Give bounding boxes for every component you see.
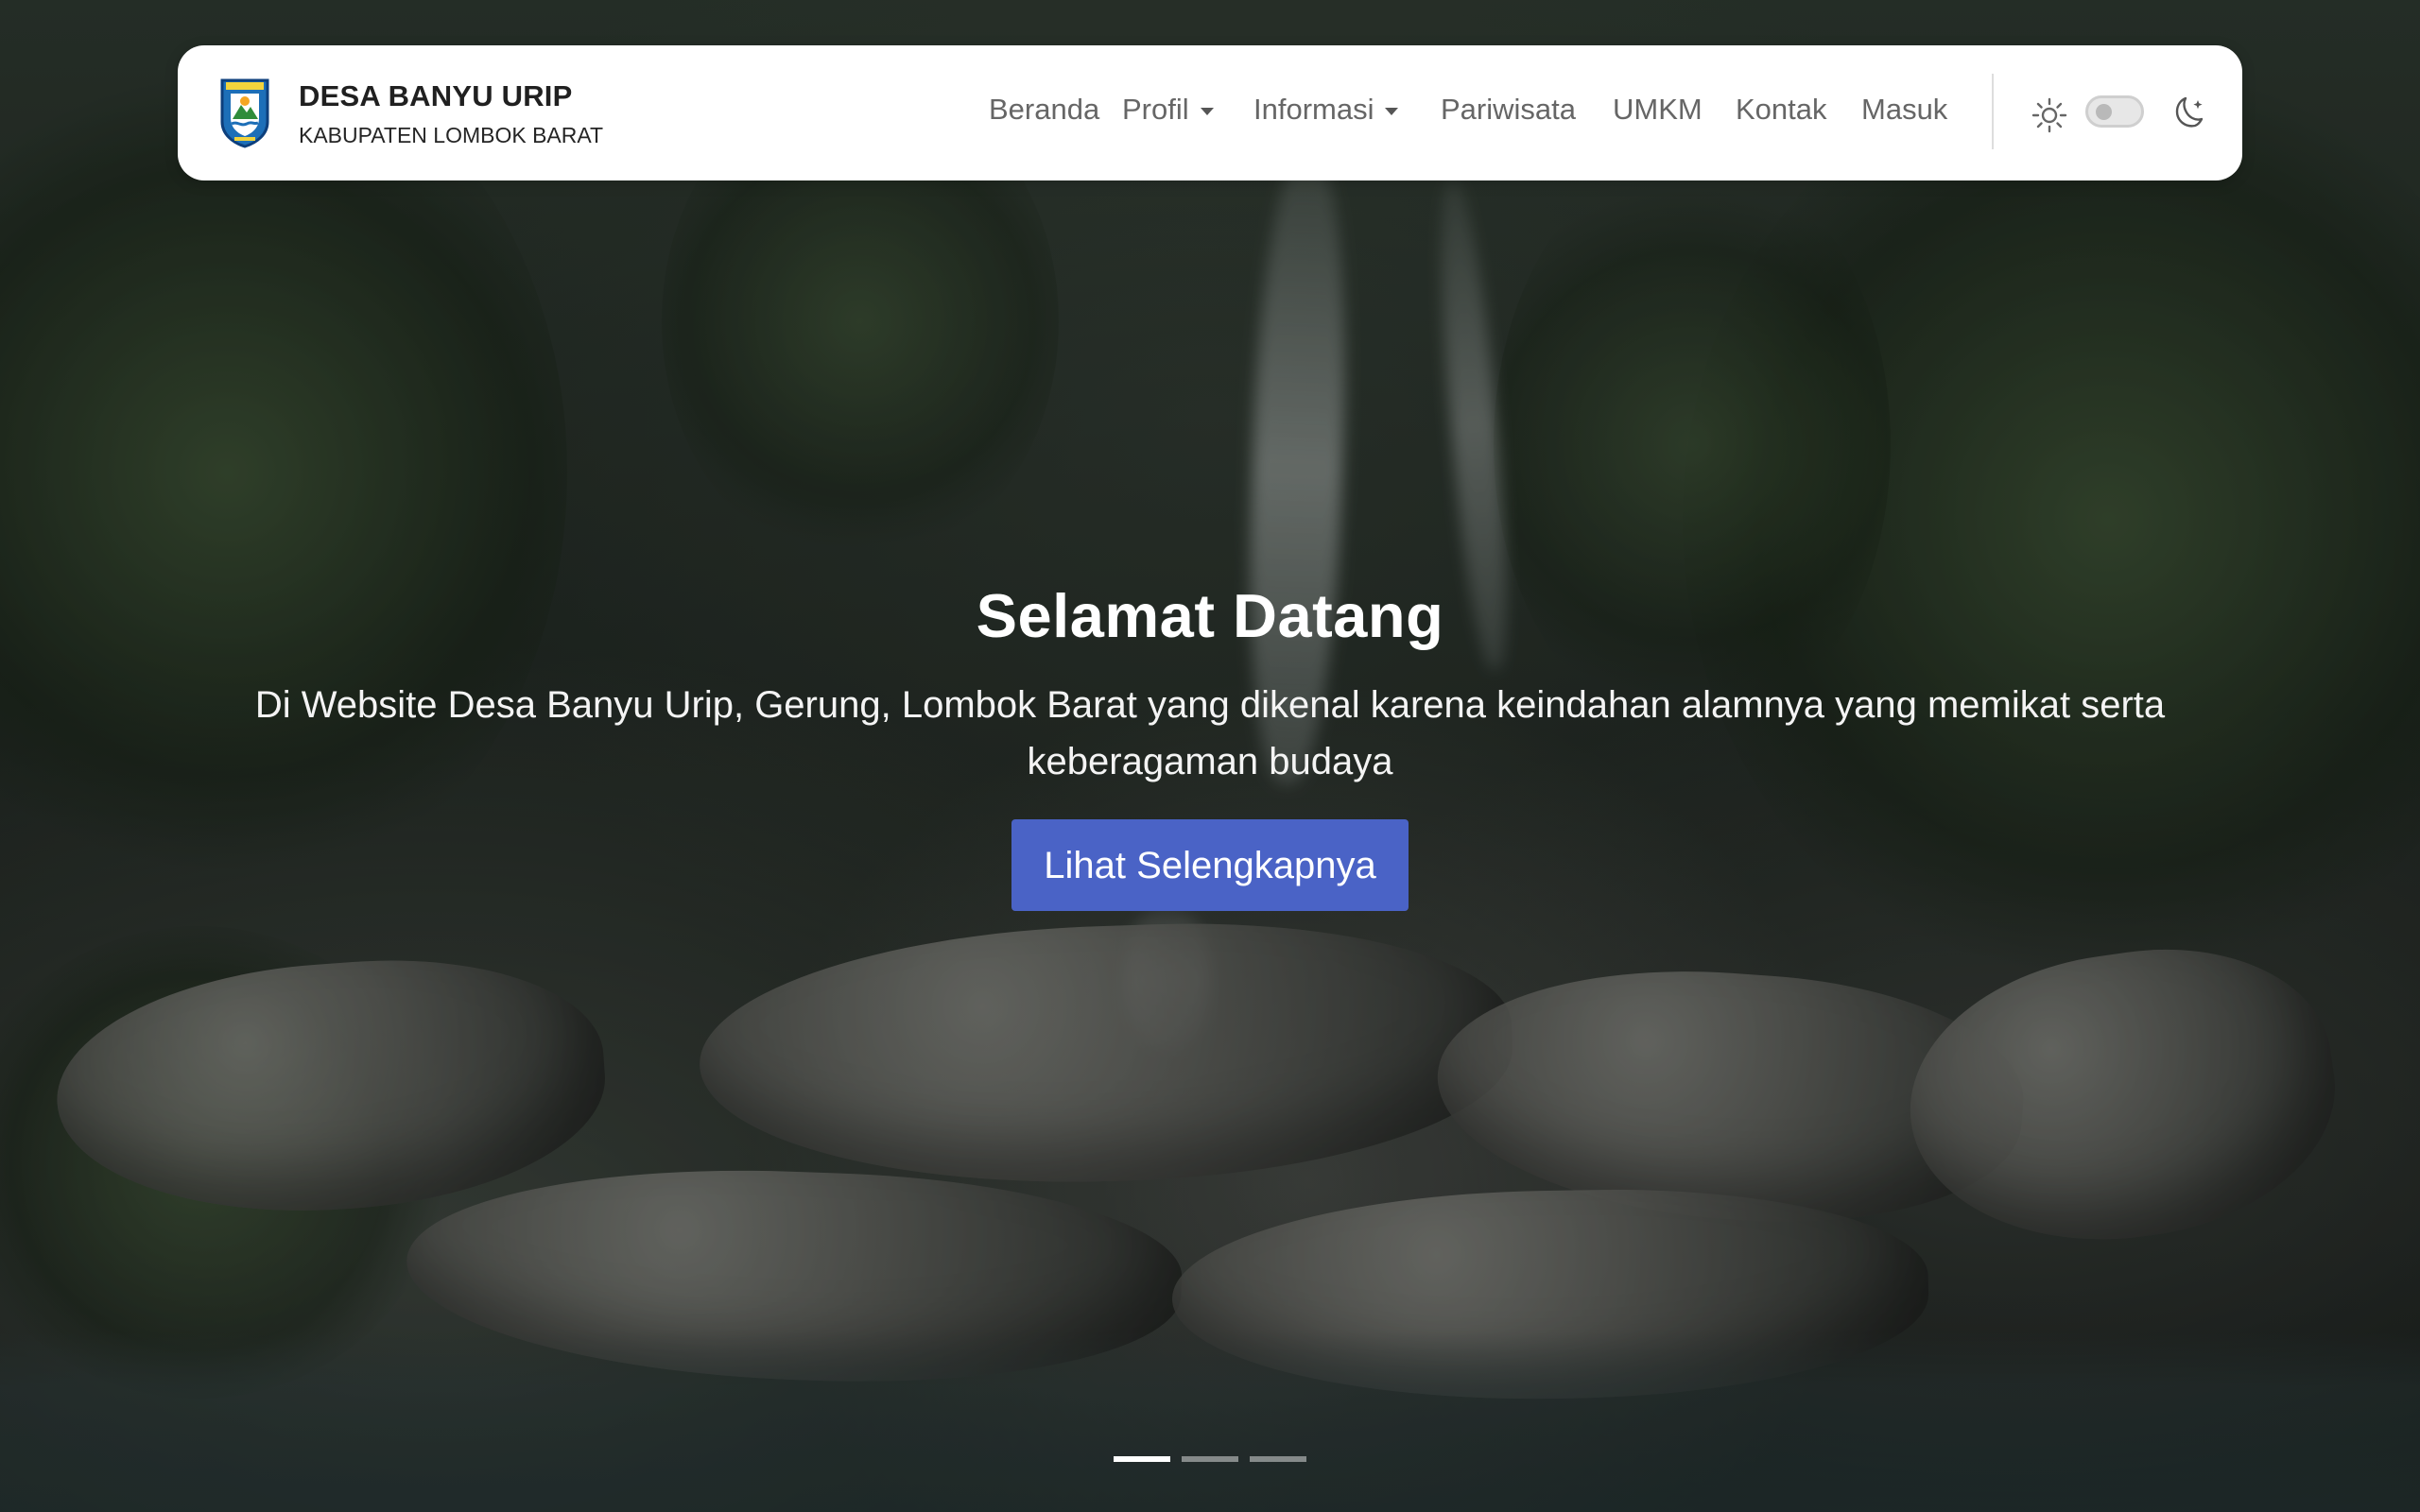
- hero-section: DESA BANYU URIP KABUPATEN LOMBOK BARAT B…: [0, 0, 2420, 1512]
- nav-profil-dropdown[interactable]: Profil: [1122, 86, 1214, 133]
- carousel-indicators: [1114, 1456, 1308, 1462]
- hero-title: Selamat Datang: [976, 581, 1444, 650]
- nav-informasi-dropdown[interactable]: Informasi: [1253, 86, 1399, 133]
- nav-pariwisata-label: Pariwisata: [1441, 93, 1576, 126]
- theme-toggle[interactable]: [2085, 95, 2144, 128]
- nav-masuk-label: Masuk: [1861, 93, 1948, 126]
- nav-pariwisata[interactable]: Pariwisata: [1441, 86, 1576, 133]
- hero-content: Selamat Datang Di Website Desa Banyu Uri…: [0, 578, 2420, 911]
- nav-kontak-label: Kontak: [1736, 93, 1827, 126]
- nav-informasi-label: Informasi: [1253, 93, 1374, 126]
- carousel-indicator-3[interactable]: [1250, 1456, 1306, 1462]
- brand-subtitle: KABUPATEN LOMBOK BARAT: [299, 123, 604, 147]
- view-more-button[interactable]: Lihat Selengkapnya: [1011, 819, 1409, 911]
- chevron-down-icon: [1200, 108, 1214, 115]
- nav-profil-label: Profil: [1122, 93, 1189, 126]
- carousel-indicator-1[interactable]: [1114, 1456, 1170, 1462]
- moon-icon[interactable]: [2169, 94, 2207, 132]
- chevron-down-icon: [1385, 108, 1399, 115]
- nav-kontak[interactable]: Kontak: [1736, 86, 1827, 133]
- nav-beranda-label: Beranda: [989, 93, 1100, 126]
- brand-title: DESA BANYU URIP: [299, 79, 573, 112]
- sun-icon[interactable]: [2031, 96, 2068, 134]
- nav-beranda[interactable]: Beranda: [989, 86, 1099, 133]
- carousel-indicator-2[interactable]: [1182, 1456, 1238, 1462]
- theme-toggle-knob: [2096, 104, 2112, 120]
- site-brand-link[interactable]: DESA BANYU URIP KABUPATEN LOMBOK BARAT: [217, 74, 633, 159]
- hero-description: Di Website Desa Banyu Urip, Gerung, Lomb…: [254, 684, 2166, 782]
- nav-masuk[interactable]: Masuk: [1861, 86, 1947, 133]
- village-emblem-icon: [220, 78, 269, 148]
- main-navbar: DESA BANYU URIP KABUPATEN LOMBOK BARAT B…: [178, 45, 2242, 180]
- nav-umkm[interactable]: UMKM: [1613, 86, 1703, 133]
- nav-umkm-label: UMKM: [1613, 93, 1703, 126]
- nav-divider: [1992, 74, 1994, 149]
